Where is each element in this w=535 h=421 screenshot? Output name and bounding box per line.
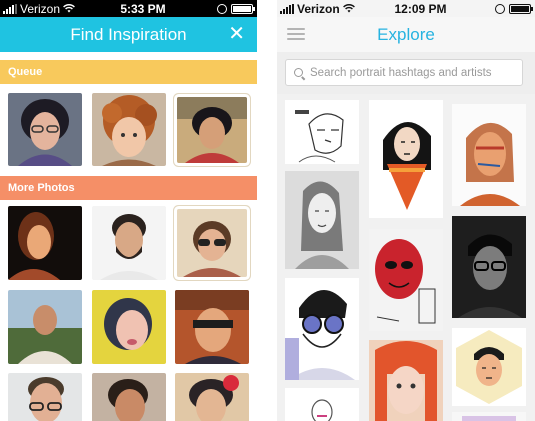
alarm-icon: [495, 3, 505, 14]
portrait-artwork[interactable]: [369, 340, 443, 421]
queue-photo-1[interactable]: [8, 93, 82, 166]
search-field[interactable]: [285, 59, 523, 86]
alarm-icon: [217, 3, 227, 14]
portrait-artwork[interactable]: [452, 412, 526, 421]
photo-tile[interactable]: [175, 290, 249, 364]
search-icon: [294, 67, 304, 78]
status-time: 12:09 PM: [394, 1, 447, 16]
portrait-artwork[interactable]: [369, 229, 443, 331]
portrait-artwork[interactable]: [285, 100, 359, 164]
search-bar-area: [277, 52, 535, 94]
queue-section-header: Queue: [0, 60, 257, 84]
more-photos-section-header: More Photos: [0, 176, 257, 200]
page-title: Explore: [377, 24, 435, 44]
find-inspiration-screen: Verizon 5:33 PM Find Inspiration ✕ Queue…: [0, 0, 257, 421]
photo-tile[interactable]: [175, 373, 249, 421]
photo-tile[interactable]: [177, 209, 247, 277]
page-title: Find Inspiration: [70, 24, 187, 44]
queue-photo-2[interactable]: [92, 93, 166, 166]
menu-icon[interactable]: [287, 28, 305, 41]
portrait-artwork[interactable]: [285, 278, 359, 380]
status-bar: Verizon 12:09 PM: [277, 0, 535, 17]
battery-icon: [509, 3, 533, 14]
queue-photo-3[interactable]: [177, 97, 247, 163]
search-input[interactable]: [310, 66, 510, 79]
photo-tile[interactable]: [8, 290, 82, 364]
portrait-artwork[interactable]: [452, 328, 526, 406]
photo-tile[interactable]: [92, 373, 166, 421]
portrait-artwork[interactable]: [369, 100, 443, 218]
photo-tile[interactable]: [8, 373, 82, 421]
portrait-artwork[interactable]: [452, 104, 526, 206]
status-time: 5:33 PM: [120, 1, 166, 16]
battery-icon: [231, 3, 255, 14]
portrait-artwork[interactable]: [285, 171, 359, 269]
photo-tile[interactable]: [92, 206, 166, 280]
wifi-icon: [342, 4, 355, 13]
wifi-icon: [63, 4, 75, 13]
portrait-artwork[interactable]: [452, 216, 526, 318]
screen-divider: [257, 0, 277, 421]
signal-bars-icon: [3, 3, 17, 14]
signal-bars-icon: [280, 3, 294, 14]
status-bar: Verizon 5:33 PM: [0, 0, 257, 17]
explore-header: Explore: [277, 17, 535, 53]
photo-tile[interactable]: [8, 206, 82, 280]
close-icon[interactable]: ✕: [228, 23, 245, 45]
photo-tile[interactable]: [92, 290, 166, 364]
carrier-label: Verizon: [297, 1, 340, 16]
explore-screen: Verizon 12:09 PM Explore: [277, 0, 535, 421]
portrait-artwork[interactable]: [285, 388, 359, 421]
carrier-label: Verizon: [20, 1, 61, 16]
find-inspiration-header: Find Inspiration ✕: [0, 17, 257, 52]
